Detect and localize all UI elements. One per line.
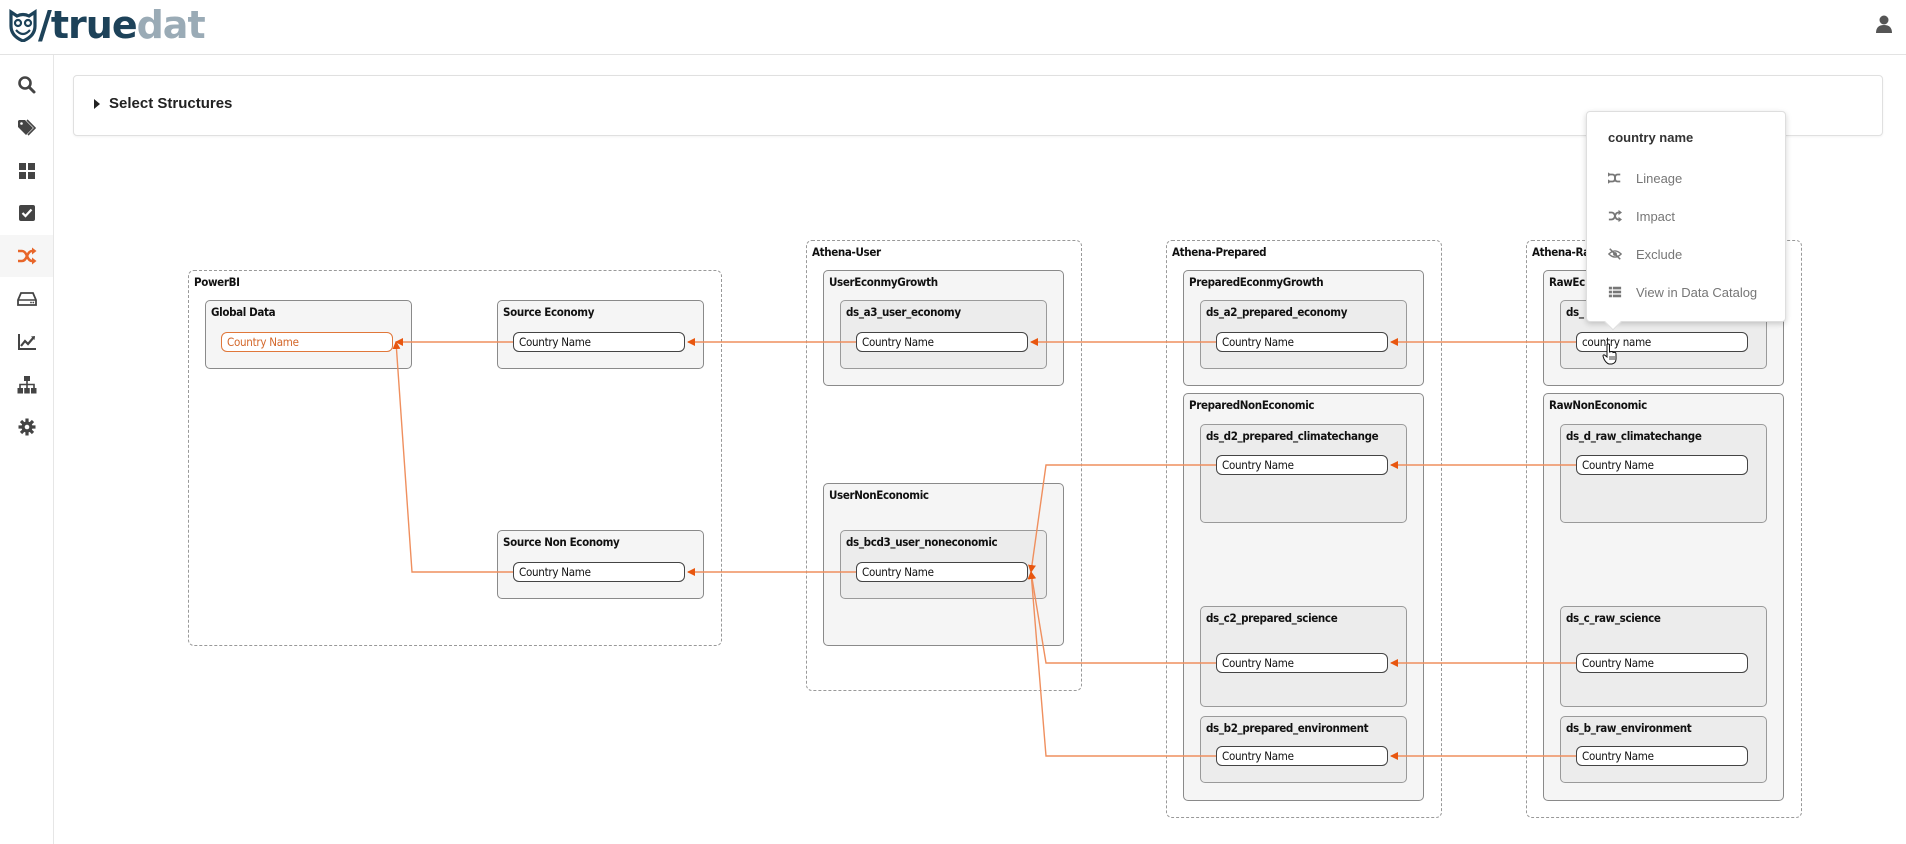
top-bar: /true dat: [0, 0, 1906, 55]
field-label: Country Name: [1582, 749, 1654, 763]
gear-icon: [18, 418, 35, 436]
tags-icon: [17, 119, 36, 136]
sidebar-item-search[interactable]: [0, 64, 53, 106]
owl-shield-icon: [9, 9, 37, 42]
field-source-non-economy-country-name[interactable]: Country Name: [513, 562, 685, 582]
sidebar-item-settings[interactable]: [0, 406, 53, 448]
field-d-raw-country-name[interactable]: Country Name: [1576, 455, 1748, 475]
check-square-icon: [18, 205, 35, 221]
field-label: Country Name: [1582, 656, 1654, 670]
structure-label: Source Non Economy: [503, 535, 620, 549]
logo-text-true: /true: [38, 3, 138, 47]
field-bcd3-country-name[interactable]: Country Name: [856, 562, 1028, 582]
dataset-label: ds_d2_prepared_climatechange: [1206, 429, 1379, 443]
sidebar-item-tasks[interactable]: [0, 192, 53, 234]
sidebar: [0, 55, 54, 844]
lineage-icon: [1608, 172, 1621, 184]
field-source-economy-country-name[interactable]: Country Name: [513, 332, 685, 352]
hand-cursor-icon: [1602, 343, 1617, 365]
group-label: Athena-Ra: [1532, 245, 1590, 259]
field-label: Country Name: [1222, 458, 1294, 472]
field-label: Country Name: [1582, 458, 1654, 472]
menu-item-label: Impact: [1636, 208, 1676, 224]
group-label: Athena-User: [812, 245, 881, 259]
menu-item-label: Lineage: [1636, 170, 1683, 186]
field-label: Country Name: [1222, 749, 1294, 763]
field-c-raw-country-name[interactable]: Country Name: [1576, 653, 1748, 673]
sidebar-item-storage[interactable]: [0, 278, 53, 320]
field-label: Country Name: [227, 335, 299, 349]
grid-icon: [18, 163, 35, 179]
field-global-country-name[interactable]: Country Name: [221, 332, 393, 352]
dataset-label: ds_c_raw_science: [1566, 611, 1661, 625]
structure-label: UserEconmyGrowth: [829, 275, 938, 289]
menu-item-label: Exclude: [1636, 246, 1683, 262]
sidebar-item-quality[interactable]: [0, 321, 53, 363]
hard-drive-icon: [16, 292, 37, 306]
structure-label: Source Economy: [503, 305, 595, 319]
sidebar-item-hierarchy[interactable]: [0, 364, 53, 406]
select-structures-toggle[interactable]: Select Structures: [94, 95, 232, 112]
structure-label: PreparedNonEconomic: [1189, 398, 1315, 412]
field-label: Country Name: [1222, 656, 1294, 670]
field-label: Country Name: [519, 565, 591, 579]
sidebar-item-tags[interactable]: [0, 107, 53, 149]
shuffle-icon: [1608, 209, 1622, 223]
user-icon[interactable]: [1874, 14, 1894, 34]
logo-text-dat: dat: [136, 3, 206, 47]
dataset-label: ds_bcd3_user_noneconomic: [846, 535, 998, 549]
sidebar-item-lineage[interactable]: [0, 235, 53, 277]
field-label: Country Name: [862, 335, 934, 349]
field-d2-country-name[interactable]: Country Name: [1216, 455, 1388, 475]
group-label: Athena-Prepared: [1172, 245, 1267, 259]
structure-label: UserNonEconomic: [829, 488, 929, 502]
dataset-label: ds_d_raw_climatechange: [1566, 429, 1702, 443]
dataset-label: ds_a3_user_economy: [846, 305, 961, 319]
structure-label: PreparedEconmyGrowth: [1189, 275, 1324, 289]
field-label: Country Name: [862, 565, 934, 579]
caret-right-icon: [94, 98, 100, 109]
select-structures-label: Select Structures: [109, 95, 233, 112]
field-label: Country Name: [519, 335, 591, 349]
menu-item-view-in-data-catalog[interactable]: View in Data Catalog: [1608, 281, 1757, 303]
field-b2-country-name[interactable]: Country Name: [1216, 746, 1388, 766]
field-b-raw-country-name[interactable]: Country Name: [1576, 746, 1748, 766]
eye-slash-icon: [1608, 248, 1622, 260]
field-context-menu: country name Lineage Impact Exclude View…: [1586, 111, 1786, 331]
dataset-label: ds_b_raw_environment: [1566, 721, 1692, 735]
structure-label: Global Data: [211, 305, 276, 319]
menu-item-lineage[interactable]: Lineage: [1608, 167, 1682, 189]
dataset-label: ds_b2_prepared_environment: [1206, 721, 1369, 735]
truedat-logo[interactable]: /true dat: [8, 3, 206, 47]
menu-item-exclude[interactable]: Exclude: [1608, 243, 1682, 265]
dataset-label: ds_a2_prepared_economy: [1206, 305, 1348, 319]
shuffle-icon: [17, 247, 36, 265]
dataset-label: ds_c2_prepared_science: [1206, 611, 1338, 625]
field-a2-country-name[interactable]: Country Name: [1216, 332, 1388, 352]
context-menu-title: country name: [1608, 130, 1694, 145]
group-label: PowerBI: [194, 275, 240, 289]
list-icon: [1608, 286, 1622, 298]
search-icon: [17, 76, 35, 94]
dataset-label: ds_: [1566, 305, 1584, 319]
sitemap-icon: [17, 376, 36, 394]
menu-item-label: View in Data Catalog: [1636, 284, 1758, 300]
structure-label: RawEc: [1549, 275, 1585, 289]
menu-item-impact[interactable]: Impact: [1608, 205, 1675, 227]
field-a3-country-name[interactable]: Country Name: [856, 332, 1028, 352]
field-c2-country-name[interactable]: Country Name: [1216, 653, 1388, 673]
field-label: Country Name: [1222, 335, 1294, 349]
sidebar-item-dashboard[interactable]: [0, 150, 53, 192]
chart-line-icon: [17, 334, 36, 350]
structure-label: RawNonEconomic: [1549, 398, 1647, 412]
